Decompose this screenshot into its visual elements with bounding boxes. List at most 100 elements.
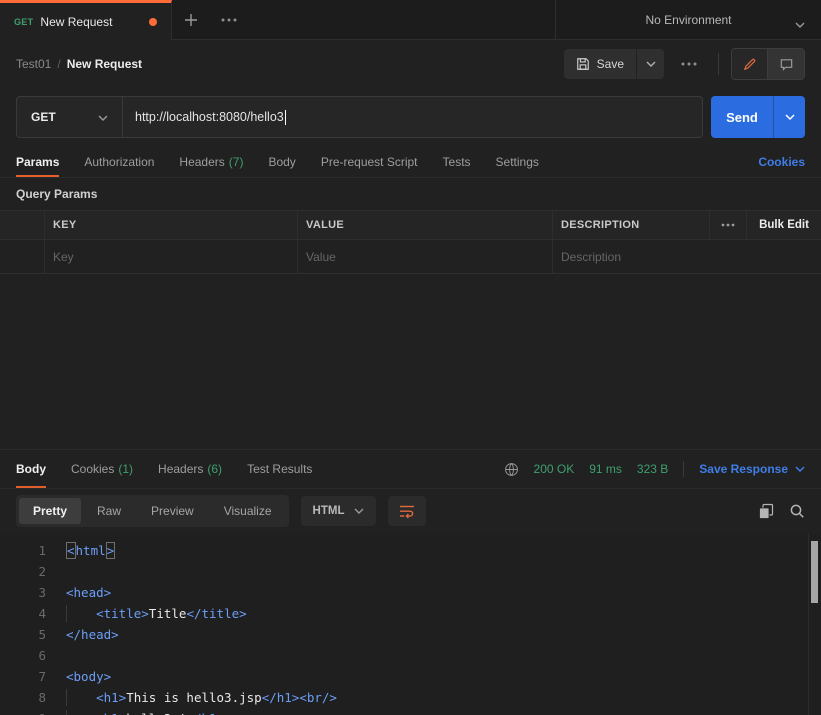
tab-tests[interactable]: Tests <box>443 146 471 177</box>
breadcrumb-separator: / <box>57 57 61 71</box>
chevron-down-icon <box>354 508 364 514</box>
wrap-text-button[interactable] <box>388 496 427 526</box>
save-options-button[interactable] <box>636 49 664 79</box>
code-line: 8 <h1>This is hello3.jsp</h1><br/> <box>0 687 821 708</box>
send-button[interactable]: Send <box>711 96 773 138</box>
save-button-group: Save <box>563 49 664 79</box>
params-more-options-button[interactable] <box>710 211 747 239</box>
send-options-button[interactable] <box>773 96 805 138</box>
code-editor-lines: 1 <html> 2 3 <head> 4 <title>Title</title> 5 </… <box>0 540 821 715</box>
code-line-content: <h1>This is hello3.jsp</h1><br/> <box>66 687 337 708</box>
tab-options-button[interactable] <box>210 0 248 39</box>
save-icon <box>576 58 589 70</box>
response-body-editor[interactable]: 1 <html> 2 3 <head> 4 <title>Title</title> 5 </… <box>0 533 821 715</box>
line-number: 7 <box>38 669 46 684</box>
query-params-title: Query Params <box>16 187 98 201</box>
value-input[interactable]: Value <box>306 250 544 264</box>
code-line-content: <title>Title</title> <box>66 603 247 624</box>
request-tab[interactable]: GET New Request <box>0 0 172 40</box>
response-headers-count-badge: (6) <box>207 462 223 476</box>
url-input[interactable]: http://localhost:8080/hello3 <box>123 97 702 137</box>
response-tabs: Body Cookies (1) Headers (6) Test Result… <box>0 449 821 489</box>
viewer-right-actions <box>758 503 805 519</box>
request-tabs: Params Authorization Headers (7) Body Pr… <box>0 146 821 178</box>
copy-icon <box>759 503 774 519</box>
response-tab-cookies[interactable]: Cookies (1) <box>71 450 133 488</box>
search-icon <box>790 504 804 518</box>
view-mode-pretty[interactable]: Pretty <box>19 498 82 524</box>
editor-scrollbar-thumb[interactable] <box>811 541 818 603</box>
status-badge[interactable]: 200 OK <box>534 462 575 476</box>
response-time[interactable]: 91 ms <box>589 462 622 476</box>
method-select-value: GET <box>31 110 56 124</box>
more-options-icon <box>221 18 237 21</box>
code-line-content: <head> <box>66 585 112 600</box>
save-button[interactable]: Save <box>563 49 636 79</box>
line-number: 1 <box>38 543 46 558</box>
response-size[interactable]: 323 B <box>637 462 668 476</box>
row-select-cell[interactable] <box>0 240 45 273</box>
copy-button[interactable] <box>758 503 774 519</box>
edit-documentation-button[interactable] <box>732 49 768 79</box>
view-mode-preview[interactable]: Preview <box>137 498 208 524</box>
code-line: 9 <h1>hello3 !</h1> <box>0 708 821 715</box>
tab-headers[interactable]: Headers (7) <box>179 146 243 177</box>
unsaved-dot <box>149 17 157 26</box>
editor-scrollbar-track[interactable] <box>808 533 821 715</box>
url-builder-row: GET http://localhost:8080/hello3 Send <box>0 88 821 146</box>
comment-icon <box>780 58 792 71</box>
environment-label: No Environment <box>645 12 732 27</box>
chevron-down-icon <box>646 61 655 67</box>
cookies-link[interactable]: Cookies <box>758 155 805 169</box>
new-tab-button[interactable] <box>172 0 210 39</box>
method-select[interactable]: GET <box>17 97 123 137</box>
headers-count-badge: (7) <box>228 154 244 169</box>
line-number: 2 <box>38 564 46 579</box>
chevron-down-icon <box>795 466 805 472</box>
code-line: 2 <box>0 561 821 582</box>
search-button[interactable] <box>789 503 805 519</box>
row-select-header-cell <box>0 211 45 239</box>
save-response-button[interactable]: Save Response <box>699 462 805 476</box>
code-line: 3 <head> <box>0 582 821 603</box>
tab-body[interactable]: Body <box>268 146 295 177</box>
language-select[interactable]: HTML <box>300 496 377 526</box>
tab-method-badge: GET <box>14 17 34 27</box>
tab-params[interactable]: Params <box>16 146 60 177</box>
request-more-options-button[interactable] <box>672 49 706 79</box>
view-mode-raw[interactable]: Raw <box>83 498 135 524</box>
tab-pre-request-script[interactable]: Pre-request Script <box>321 146 418 177</box>
bulk-edit-button[interactable]: Bulk Edit <box>747 211 821 239</box>
request-header-row: Test01 / New Request Save <box>0 40 821 88</box>
key-input[interactable]: Key <box>53 250 289 264</box>
text-cursor <box>284 109 286 125</box>
more-options-icon <box>681 62 697 66</box>
plus-icon <box>185 13 197 26</box>
cookies-count-badge: (1) <box>118 462 134 476</box>
view-mode-visualize[interactable]: Visualize <box>210 498 286 524</box>
description-input[interactable]: Description <box>561 250 813 264</box>
code-line-content: <body> <box>66 669 112 684</box>
language-select-value: HTML <box>312 505 345 517</box>
wrap-text-icon <box>400 505 415 518</box>
comments-button[interactable] <box>768 49 804 79</box>
save-response-label: Save Response <box>699 462 788 476</box>
request-actions: Save <box>563 48 805 80</box>
breadcrumb-collection[interactable]: Test01 <box>16 57 51 71</box>
url-input-value: http://localhost:8080/hello3 <box>135 110 284 124</box>
response-tab-headers[interactable]: Headers (6) <box>158 450 222 488</box>
tab-authorization[interactable]: Authorization <box>84 146 154 177</box>
breadcrumb-current: New Request <box>66 57 143 71</box>
tab-settings[interactable]: Settings <box>496 146 539 177</box>
response-tab-body[interactable]: Body <box>16 450 46 488</box>
breadcrumb: Test01 / New Request <box>16 57 142 71</box>
column-header-key: KEY <box>53 219 77 231</box>
postman-window: GET New Request No Environment Test01 / … <box>0 0 821 715</box>
response-tab-test-results[interactable]: Test Results <box>247 450 312 488</box>
line-number: 8 <box>38 690 46 705</box>
column-header-value: VALUE <box>306 219 344 231</box>
code-line: 7 <body> <box>0 666 821 687</box>
params-empty-area <box>0 274 821 449</box>
environment-selector[interactable]: No Environment <box>555 0 821 39</box>
code-line: 6 <box>0 645 821 666</box>
